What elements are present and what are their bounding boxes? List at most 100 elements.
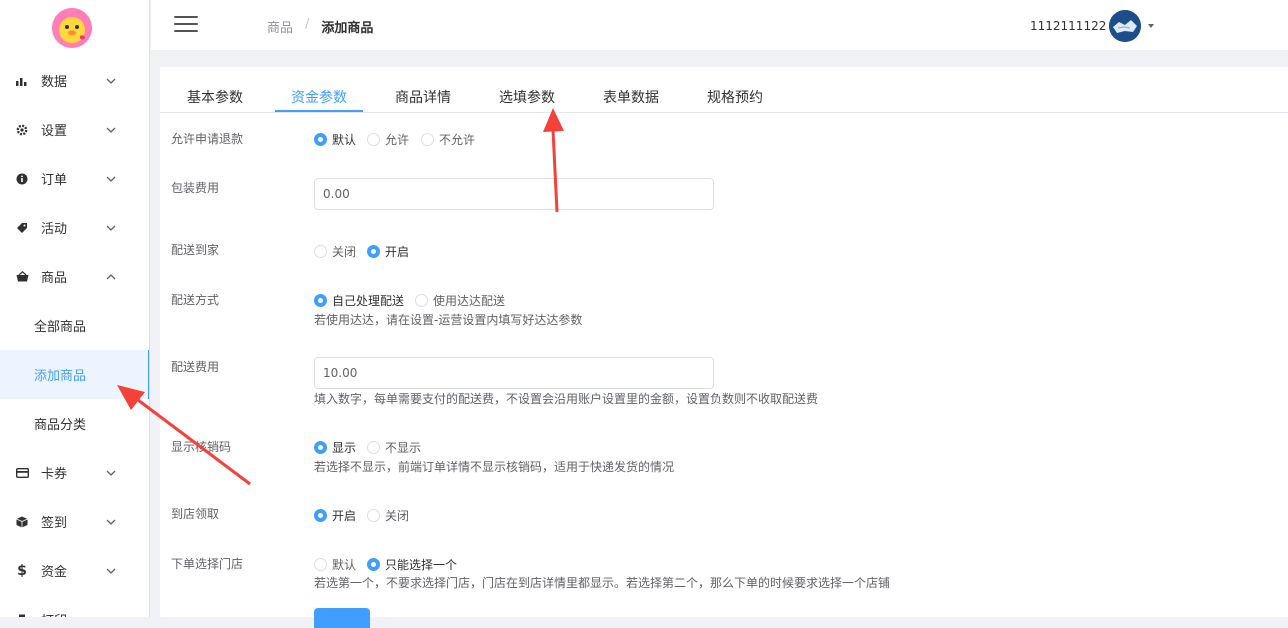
gear-icon [15,123,29,137]
top-header: 商品 / 添加商品 1112111122 [151,0,1288,50]
packing-fee-label: 包装费用 [171,181,220,195]
show-code-show[interactable]: 显示 [314,439,356,456]
bar-chart-icon [15,74,29,88]
radio-checked-icon [314,133,327,146]
sidebar-subitem-product-category[interactable]: 商品分类 [0,399,149,448]
sidebar-item-label: 数据 [41,75,68,90]
sidebar-item-label: 设置 [41,124,68,139]
refund-label: 允许申请退款 [171,132,244,146]
radio-checked-icon [314,441,327,454]
delivery-fee-label: 配送费用 [171,360,220,374]
radio-label: 关闭 [332,245,357,259]
show-code-label: 显示核销码 [171,440,232,454]
active-tab-indicator [275,110,363,112]
sidebar-item-label: 打印 [41,610,67,617]
sidebar-item-activity[interactable]: 活动 [0,203,149,252]
chevron-down-icon [106,519,116,525]
delivery-method-self[interactable]: 自己处理配送 [314,292,404,309]
pickup-off[interactable]: 关闭 [367,507,409,524]
radio-label: 不显示 [385,441,422,455]
radio-label: 默认 [332,558,357,572]
tab-form-data[interactable]: 表单数据 [603,87,659,107]
tab-spec-booking[interactable]: 规格预约 [707,87,763,107]
store-select-default[interactable]: 默认 [314,556,356,573]
hamburger-icon[interactable] [174,16,198,34]
delivery-home-off[interactable]: 关闭 [314,243,356,260]
show-code-hint: 若选择不显示，前端订单详情不显示核销码，适用于快递发货的情况 [314,460,675,474]
radio-checked-icon [314,509,327,522]
show-code-hide[interactable]: 不显示 [367,439,421,456]
sidebar-item-label: 商品 [41,271,68,286]
refund-option-deny[interactable]: 不允许 [421,131,475,148]
store-select-label: 下单选择门店 [171,557,244,571]
delivery-method-hint: 若使用达达，请在设置-运营设置内填写好达达参数 [314,313,583,327]
sidebar-item-print[interactable]: 打印 [0,595,149,617]
caret-down-icon [1148,24,1155,28]
refund-option-allow[interactable]: 允许 [367,131,409,148]
tab-product-details[interactable]: 商品详情 [395,87,451,107]
delivery-method-dada[interactable]: 使用达达配送 [415,292,505,309]
packing-fee-input[interactable]: 0.00 [314,178,714,210]
pickup-on[interactable]: 开启 [314,507,356,524]
radio-label: 不允许 [439,133,476,147]
radio-label: 允许 [385,133,410,147]
avatar [1109,10,1142,42]
radio-unchecked-icon [421,133,434,146]
sidebar-item-label: 卡券 [41,467,68,482]
refund-option-default[interactable]: 默认 [314,131,356,148]
delivery-fee-hint: 填入数字，每单需要支付的配送费，不设置会沿用账户设置里的金额，设置负数则不收取配… [314,392,819,406]
username: 1112111122 [1030,19,1107,33]
delivery-method-label: 配送方式 [171,293,220,307]
radio-checked-icon [367,245,380,258]
radio-label: 自己处理配送 [332,294,405,308]
printer-icon [15,613,29,617]
tab-fund-params[interactable]: 资金参数 [291,87,347,107]
sidebar-item-coupons[interactable]: 卡券 [0,448,149,497]
sidebar-item-products[interactable]: 商品 [0,252,149,301]
tab-basic-params[interactable]: 基本参数 [187,87,243,107]
pickup-label: 到店领取 [171,507,220,521]
radio-unchecked-icon [415,294,428,307]
sidebar-subitem-add-product[interactable]: 添加商品 [0,350,149,399]
chevron-down-icon [106,176,116,182]
tag-icon [15,221,29,235]
sidebar: 数据 设置 订单 活动 商品 全部商品 添加商品 商品分类 卡券 签到 $ 资金 [0,0,150,617]
sidebar-item-settings[interactable]: 设置 [0,105,149,154]
breadcrumb-root[interactable]: 商品 [267,17,293,36]
delivery-home-on[interactable]: 开启 [367,243,409,260]
sidebar-item-label: 订单 [41,173,68,188]
sidebar-item-checkin[interactable]: 签到 [0,497,149,546]
sidebar-item-funds[interactable]: $ 资金 [0,546,149,595]
breadcrumb-current: 添加商品 [321,21,374,36]
store-select-one[interactable]: 只能选择一个 [367,556,457,573]
dollar-icon: $ [17,562,27,579]
avatar-image-icon [1109,10,1142,42]
chevron-down-icon [106,225,116,231]
sidebar-subitem-all-products[interactable]: 全部商品 [0,301,149,350]
sidebar-item-orders[interactable]: 订单 [0,154,149,203]
sidebar-item-data[interactable]: 数据 [0,56,149,105]
submit-button[interactable] [314,608,370,628]
radio-label: 关闭 [385,509,410,523]
info-icon [15,172,29,186]
radio-label: 开启 [385,245,410,259]
logo [52,8,92,48]
chevron-down-icon [106,127,116,133]
tab-bar: 基本参数 资金参数 商品详情 选填参数 表单数据 规格预约 [160,67,1288,113]
card-icon [15,466,29,480]
basket-icon [15,270,29,284]
radio-label: 显示 [332,441,357,455]
chevron-down-icon [106,568,116,574]
sidebar-item-label: 签到 [41,516,68,531]
user-menu[interactable]: 1112111122 [1030,10,1155,42]
cube-icon [15,515,29,529]
tab-optional-params[interactable]: 选填参数 [499,87,555,107]
radio-checked-icon [314,294,327,307]
radio-unchecked-icon [314,558,327,571]
radio-label: 默认 [332,133,357,147]
sidebar-item-label: 活动 [41,222,68,237]
duck-logo-icon [52,8,92,48]
radio-unchecked-icon [367,133,380,146]
radio-unchecked-icon [367,509,380,522]
delivery-fee-input[interactable]: 10.00 [314,357,714,389]
